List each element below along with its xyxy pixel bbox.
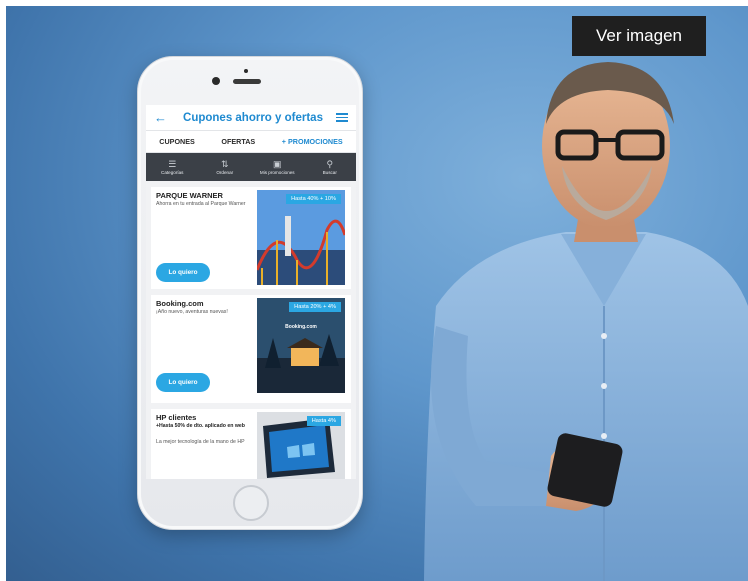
card-title: Booking.com <box>156 299 204 308</box>
toolbar: ☰ Categorías ⇅ Ordenar ▣ Mis promociones… <box>146 153 356 181</box>
card-highlight: +Hasta 50% de dto. aplicado en web <box>156 423 245 429</box>
tool-buscar[interactable]: ⚲ Buscar <box>308 159 352 175</box>
app-header: ← Cupones ahorro y ofertas <box>146 105 356 131</box>
cabin-night-image <box>257 298 345 393</box>
search-icon: ⚲ <box>326 159 334 169</box>
discount-badge: Hasta 4% <box>306 416 341 426</box>
card-image: Hasta 4% <box>257 412 345 479</box>
tab-cupones[interactable]: CUPONES <box>159 137 195 146</box>
man-photo <box>424 62 748 581</box>
tool-categorias[interactable]: ☰ Categorías <box>150 159 194 175</box>
card-description: ¡Año nuevo, aventuras nuevas! <box>156 309 228 315</box>
promo-card[interactable]: HP clientes +Hasta 50% de dto. aplicado … <box>151 409 351 479</box>
promo-card[interactable]: Booking.com ¡Año nuevo, aventuras nuevas… <box>151 295 351 403</box>
card-description: La mejor tecnología de la mano de HP <box>156 439 245 445</box>
tool-ordenar[interactable]: ⇅ Ordenar <box>203 159 247 175</box>
lo-quiero-button[interactable]: Lo quiero <box>156 373 210 392</box>
phone-speaker <box>233 79 261 84</box>
app-title: Cupones ahorro y ofertas <box>183 111 323 124</box>
promo-card[interactable]: PARQUE WARNER Ahorra en tu entrada al Pa… <box>151 187 351 289</box>
tool-label: Categorías <box>161 170 184 175</box>
card-image: Hasta 40% + 10% <box>257 190 345 285</box>
lo-quiero-button[interactable]: Lo quiero <box>156 263 210 282</box>
phone-mockup: ← Cupones ahorro y ofertas CUPONES OFERT… <box>137 56 363 530</box>
card-description: Ahorra en tu entrada al Parque Warner <box>156 201 246 207</box>
card-title: PARQUE WARNER <box>156 191 223 200</box>
discount-badge: Hasta 20% + 4% <box>289 302 341 312</box>
phone-sensor <box>244 69 248 73</box>
tool-label: Ordenar <box>216 170 234 175</box>
ver-imagen-button[interactable]: Ver imagen <box>572 16 706 56</box>
phone-screen: ← Cupones ahorro y ofertas CUPONES OFERT… <box>146 105 356 479</box>
ticket-icon: ▣ <box>272 159 282 169</box>
tab-ofertas[interactable]: OFERTAS <box>221 137 255 146</box>
tool-label: Mis promociones <box>259 170 295 175</box>
tool-label: Buscar <box>322 170 337 175</box>
phone-camera <box>212 77 220 85</box>
rollercoaster-image <box>257 190 345 285</box>
tab-promociones[interactable]: + PROMOCIONES <box>282 137 343 146</box>
booking-logo-text: Booking.com <box>285 324 317 330</box>
sort-icon: ⇅ <box>220 159 229 169</box>
tab-bar: CUPONES OFERTAS + PROMOCIONES <box>146 131 356 153</box>
card-title: HP clientes <box>156 413 197 422</box>
menu-icon[interactable] <box>336 113 348 122</box>
back-arrow-icon[interactable]: ← <box>154 110 170 125</box>
card-image: Hasta 20% + 4% Booking.com <box>257 298 345 393</box>
promo-banner: ← Cupones ahorro y ofertas CUPONES OFERT… <box>6 6 748 581</box>
home-button[interactable] <box>233 485 269 521</box>
discount-badge: Hasta 40% + 10% <box>286 194 341 204</box>
tool-mis-promociones[interactable]: ▣ Mis promociones <box>255 159 299 175</box>
sliders-icon: ☰ <box>168 159 177 169</box>
